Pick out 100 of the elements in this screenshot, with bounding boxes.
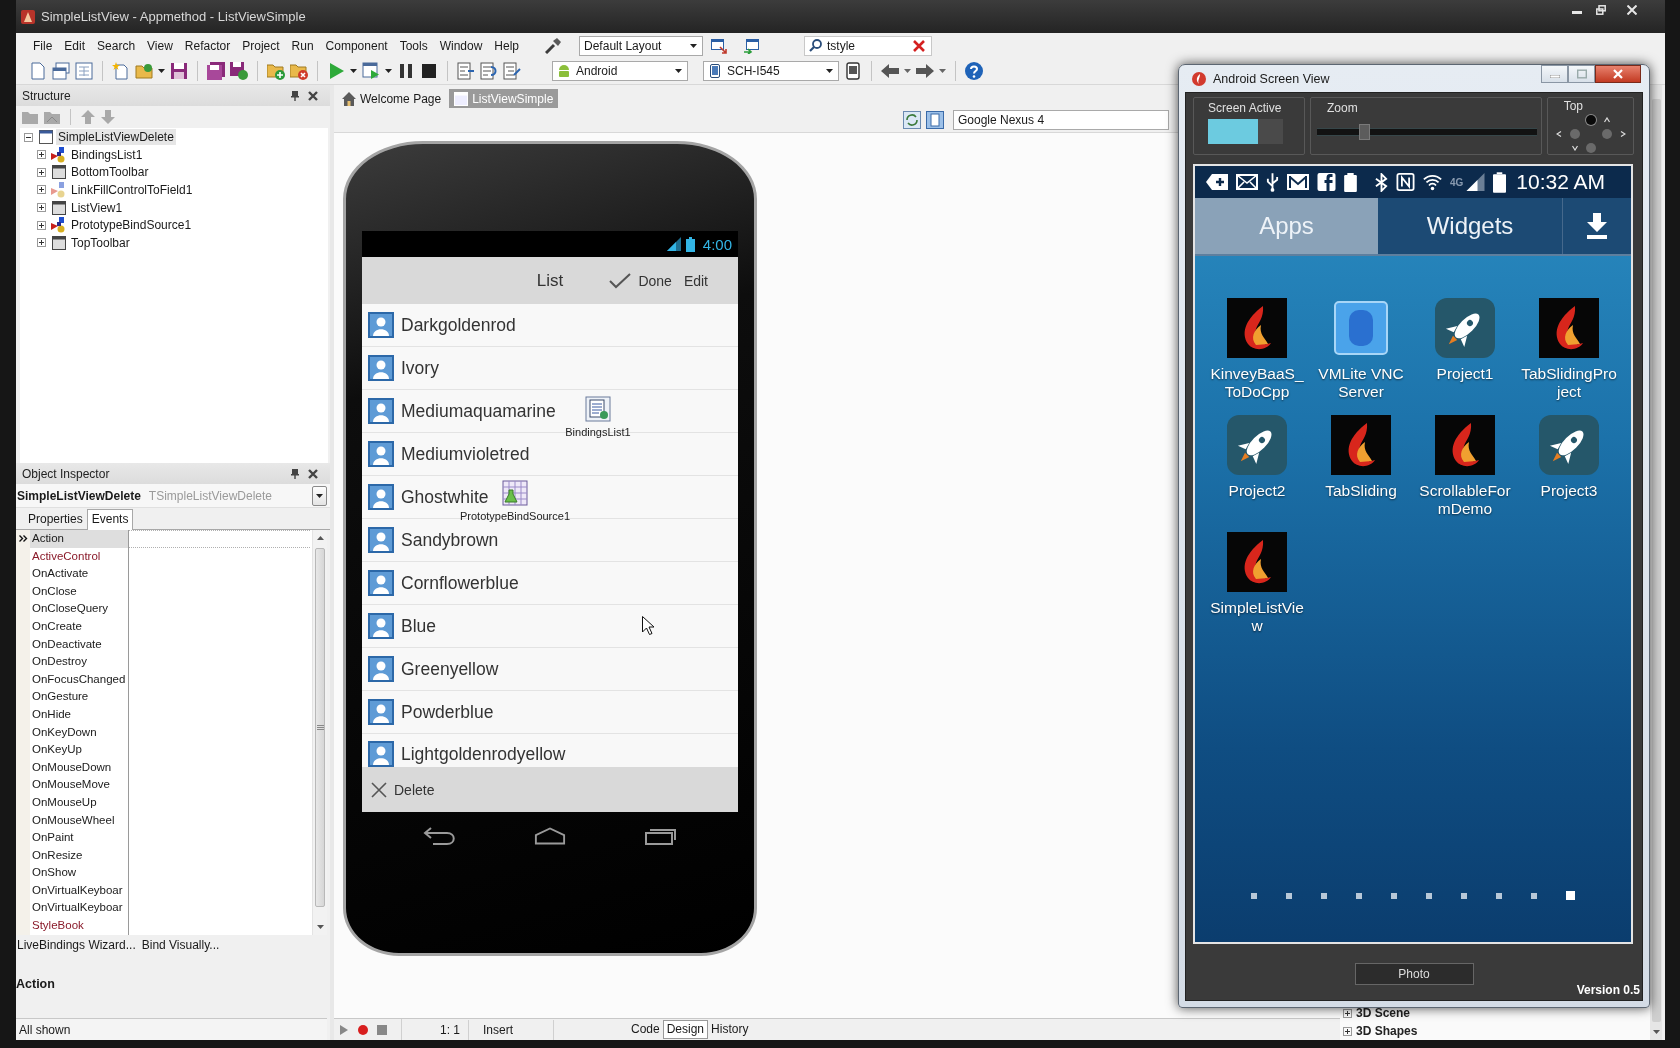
caret-up-icon[interactable]: [316, 536, 324, 540]
expand-icon[interactable]: [37, 185, 46, 195]
device-dropdown[interactable]: SCH-I545: [703, 61, 839, 81]
property-name[interactable]: OnMouseUp: [30, 793, 129, 812]
property-name[interactable]: OnActivate: [30, 565, 129, 583]
windows-icon[interactable]: [52, 62, 70, 80]
expand-icon[interactable]: [37, 203, 46, 213]
flame-app-icon[interactable]: [1435, 415, 1495, 475]
slider-thumb[interactable]: [1358, 124, 1370, 140]
palette-category[interactable]: 3D Shapes: [1356, 1024, 1418, 1038]
property-name[interactable]: OnHide: [30, 705, 129, 724]
view-tab[interactable]: Design: [662, 1020, 709, 1039]
platform-dropdown[interactable]: Android: [552, 61, 688, 81]
object-selector[interactable]: SimpleListViewDelete TSimpleListViewDelete: [16, 484, 330, 508]
rocket-app-icon[interactable]: [1435, 298, 1495, 358]
menu-item[interactable]: Refactor: [178, 35, 237, 56]
property-name[interactable]: OnMouseDown: [30, 758, 129, 777]
caret-down-icon[interactable]: [1652, 1030, 1660, 1034]
tree-item[interactable]: BindingsList1: [69, 146, 145, 163]
caret-icon[interactable]: [158, 69, 165, 73]
menu-item[interactable]: View: [141, 35, 179, 56]
search-field[interactable]: tstyle: [804, 35, 933, 56]
maximize-button[interactable]: [1568, 65, 1595, 83]
back-icon[interactable]: [423, 827, 455, 845]
folder-icon[interactable]: [44, 109, 60, 125]
phone-screen-icon[interactable]: [844, 62, 862, 80]
caret-icon[interactable]: [350, 69, 357, 73]
open-folder-icon[interactable]: [135, 62, 153, 80]
grid-flask-icon[interactable]: [502, 480, 528, 506]
property-name[interactable]: StyleBook: [30, 917, 129, 935]
property-name[interactable]: OnMouseMove: [30, 776, 129, 794]
tool-icon[interactable]: [545, 37, 562, 54]
window-play-icon[interactable]: [362, 62, 380, 80]
property-name[interactable]: OnGesture: [30, 688, 129, 706]
view-dropdown[interactable]: Google Nexus 4: [953, 110, 1169, 130]
run-icon[interactable]: [327, 62, 345, 80]
recent-apps-icon[interactable]: [645, 827, 677, 845]
phone-app-icon[interactable]: [1331, 298, 1391, 358]
document-list-icon[interactable]: [585, 396, 611, 422]
play-icon[interactable]: [339, 1024, 349, 1035]
property-name[interactable]: OnCreate: [30, 617, 129, 636]
property-name[interactable]: OnResize: [30, 846, 129, 865]
scrollbar-thumb[interactable]: [1651, 99, 1661, 1022]
property-name[interactable]: OnVirtualKeyboar: [30, 899, 129, 918]
menu-item[interactable]: Tools: [393, 35, 434, 56]
flame-app-icon[interactable]: [1331, 415, 1391, 475]
expand-icon[interactable]: [37, 167, 46, 177]
floppy-refresh-icon[interactable]: [230, 62, 248, 80]
tree-item[interactable]: LinkFillControlToField1: [69, 182, 195, 198]
pin-icon[interactable]: [290, 468, 300, 479]
window-arrow-icon[interactable]: [711, 37, 728, 54]
expand-icon[interactable]: [37, 220, 46, 230]
save-all-icon[interactable]: [207, 62, 225, 80]
stop-icon[interactable]: [420, 62, 438, 80]
lines-arrow-icon[interactable]: [457, 62, 475, 80]
property-name[interactable]: OnMouseWheel: [30, 811, 129, 830]
new-file-icon[interactable]: [29, 62, 47, 80]
menu-item[interactable]: Run: [285, 35, 320, 56]
scrollbar[interactable]: [1650, 85, 1662, 1040]
tab[interactable]: Widgets: [1378, 198, 1562, 254]
collapse-icon[interactable]: [24, 132, 33, 142]
rocket-app-icon[interactable]: [1227, 415, 1287, 475]
dropdown-button[interactable]: [312, 485, 327, 506]
property-name[interactable]: OnFocusChanged: [30, 670, 129, 689]
tab[interactable]: Events: [86, 509, 134, 530]
tree-item[interactable]: SimpleListViewDelete: [56, 129, 176, 145]
toolbar-button[interactable]: Done: [609, 272, 672, 289]
value-field[interactable]: [129, 530, 310, 548]
menu-item[interactable]: File: [27, 35, 59, 56]
tree-item[interactable]: ListView1: [69, 199, 125, 216]
lines-arrow-icon[interactable]: [503, 62, 521, 80]
tree-item[interactable]: TopToolbar: [69, 234, 132, 251]
photo-button[interactable]: Photo: [1354, 963, 1474, 985]
flame-app-icon[interactable]: [1227, 532, 1287, 592]
pause-icon[interactable]: [397, 62, 415, 80]
menu-item[interactable]: Edit: [58, 35, 92, 56]
property-name[interactable]: OnPaint: [30, 829, 129, 847]
view-tab[interactable]: Code: [628, 1021, 663, 1038]
link[interactable]: Bind Visually...: [141, 938, 220, 952]
expand-icon[interactable]: [37, 238, 46, 248]
palette-category[interactable]: 3D Scene: [1356, 1006, 1411, 1020]
property-name[interactable]: OnDeactivate: [30, 635, 129, 654]
expand-icon[interactable]: [37, 150, 46, 160]
sync-icon[interactable]: [903, 111, 921, 129]
rocket-app-icon[interactable]: [1539, 415, 1599, 475]
direction-radio[interactable]: [1586, 115, 1596, 125]
pin-icon[interactable]: [290, 90, 300, 101]
close-button[interactable]: [1595, 65, 1641, 83]
menu-item[interactable]: Component: [319, 35, 394, 56]
arrow-right-icon[interactable]: [916, 62, 934, 80]
property-name[interactable]: ActiveControl: [30, 547, 129, 566]
window-arrow-icon[interactable]: [743, 37, 760, 54]
direction-radio[interactable]: [1570, 129, 1580, 139]
close-icon[interactable]: [308, 468, 318, 479]
close-icon[interactable]: [308, 90, 318, 101]
flame-app-icon[interactable]: [1539, 298, 1599, 358]
expand-icon[interactable]: [1343, 1008, 1352, 1018]
folder-remove-icon[interactable]: [290, 62, 308, 80]
save-icon[interactable]: [170, 62, 188, 80]
device-view-icon[interactable]: [926, 111, 944, 129]
